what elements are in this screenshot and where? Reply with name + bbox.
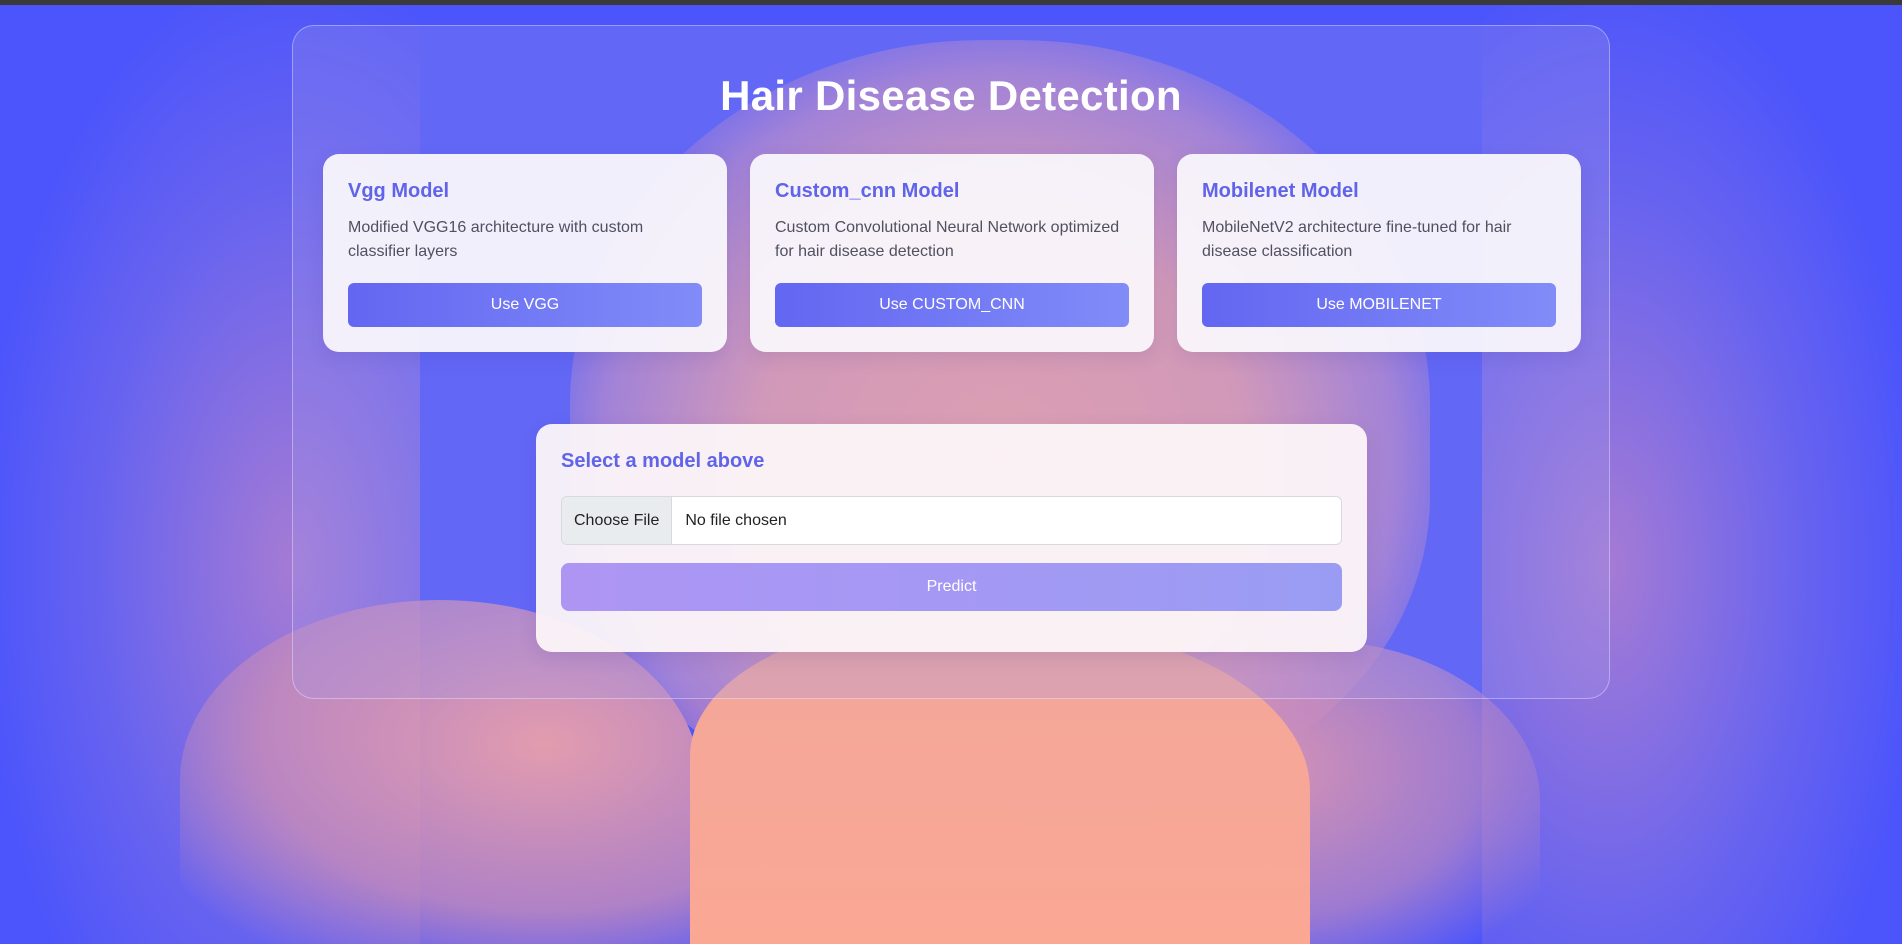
use-custom-cnn-button[interactable]: Use CUSTOM_CNN xyxy=(775,283,1129,327)
model-card-title: Vgg Model xyxy=(348,180,450,202)
upload-card: Select a model above Choose File No file… xyxy=(536,424,1367,652)
file-input[interactable]: Choose File No file chosen xyxy=(561,496,1342,545)
upload-heading: Select a model above xyxy=(561,450,765,472)
model-card-vgg: Vgg Model Modified VGG16 architecture wi… xyxy=(323,154,727,352)
model-card-mobilenet: Mobilenet Model MobileNetV2 architecture… xyxy=(1177,154,1581,352)
model-card-description: Modified VGG16 architecture with custom … xyxy=(348,219,644,260)
choose-file-button[interactable]: Choose File xyxy=(562,497,673,544)
use-vgg-button[interactable]: Use VGG xyxy=(348,283,702,327)
model-card-description: MobileNetV2 architecture fine-tuned for … xyxy=(1202,219,1512,260)
browser-top-strip xyxy=(0,0,1902,5)
model-card-custom-cnn: Custom_cnn Model Custom Convolutional Ne… xyxy=(750,154,1154,352)
model-card-description: Custom Convolutional Neural Network opti… xyxy=(775,219,1120,260)
page-title: Hair Disease Detection xyxy=(720,72,1182,119)
predict-button[interactable]: Predict xyxy=(561,563,1342,611)
file-status: No file chosen xyxy=(685,511,787,529)
model-card-title: Custom_cnn Model xyxy=(775,180,960,202)
model-card-title: Mobilenet Model xyxy=(1202,180,1359,202)
use-mobilenet-button[interactable]: Use MOBILENET xyxy=(1202,283,1556,327)
